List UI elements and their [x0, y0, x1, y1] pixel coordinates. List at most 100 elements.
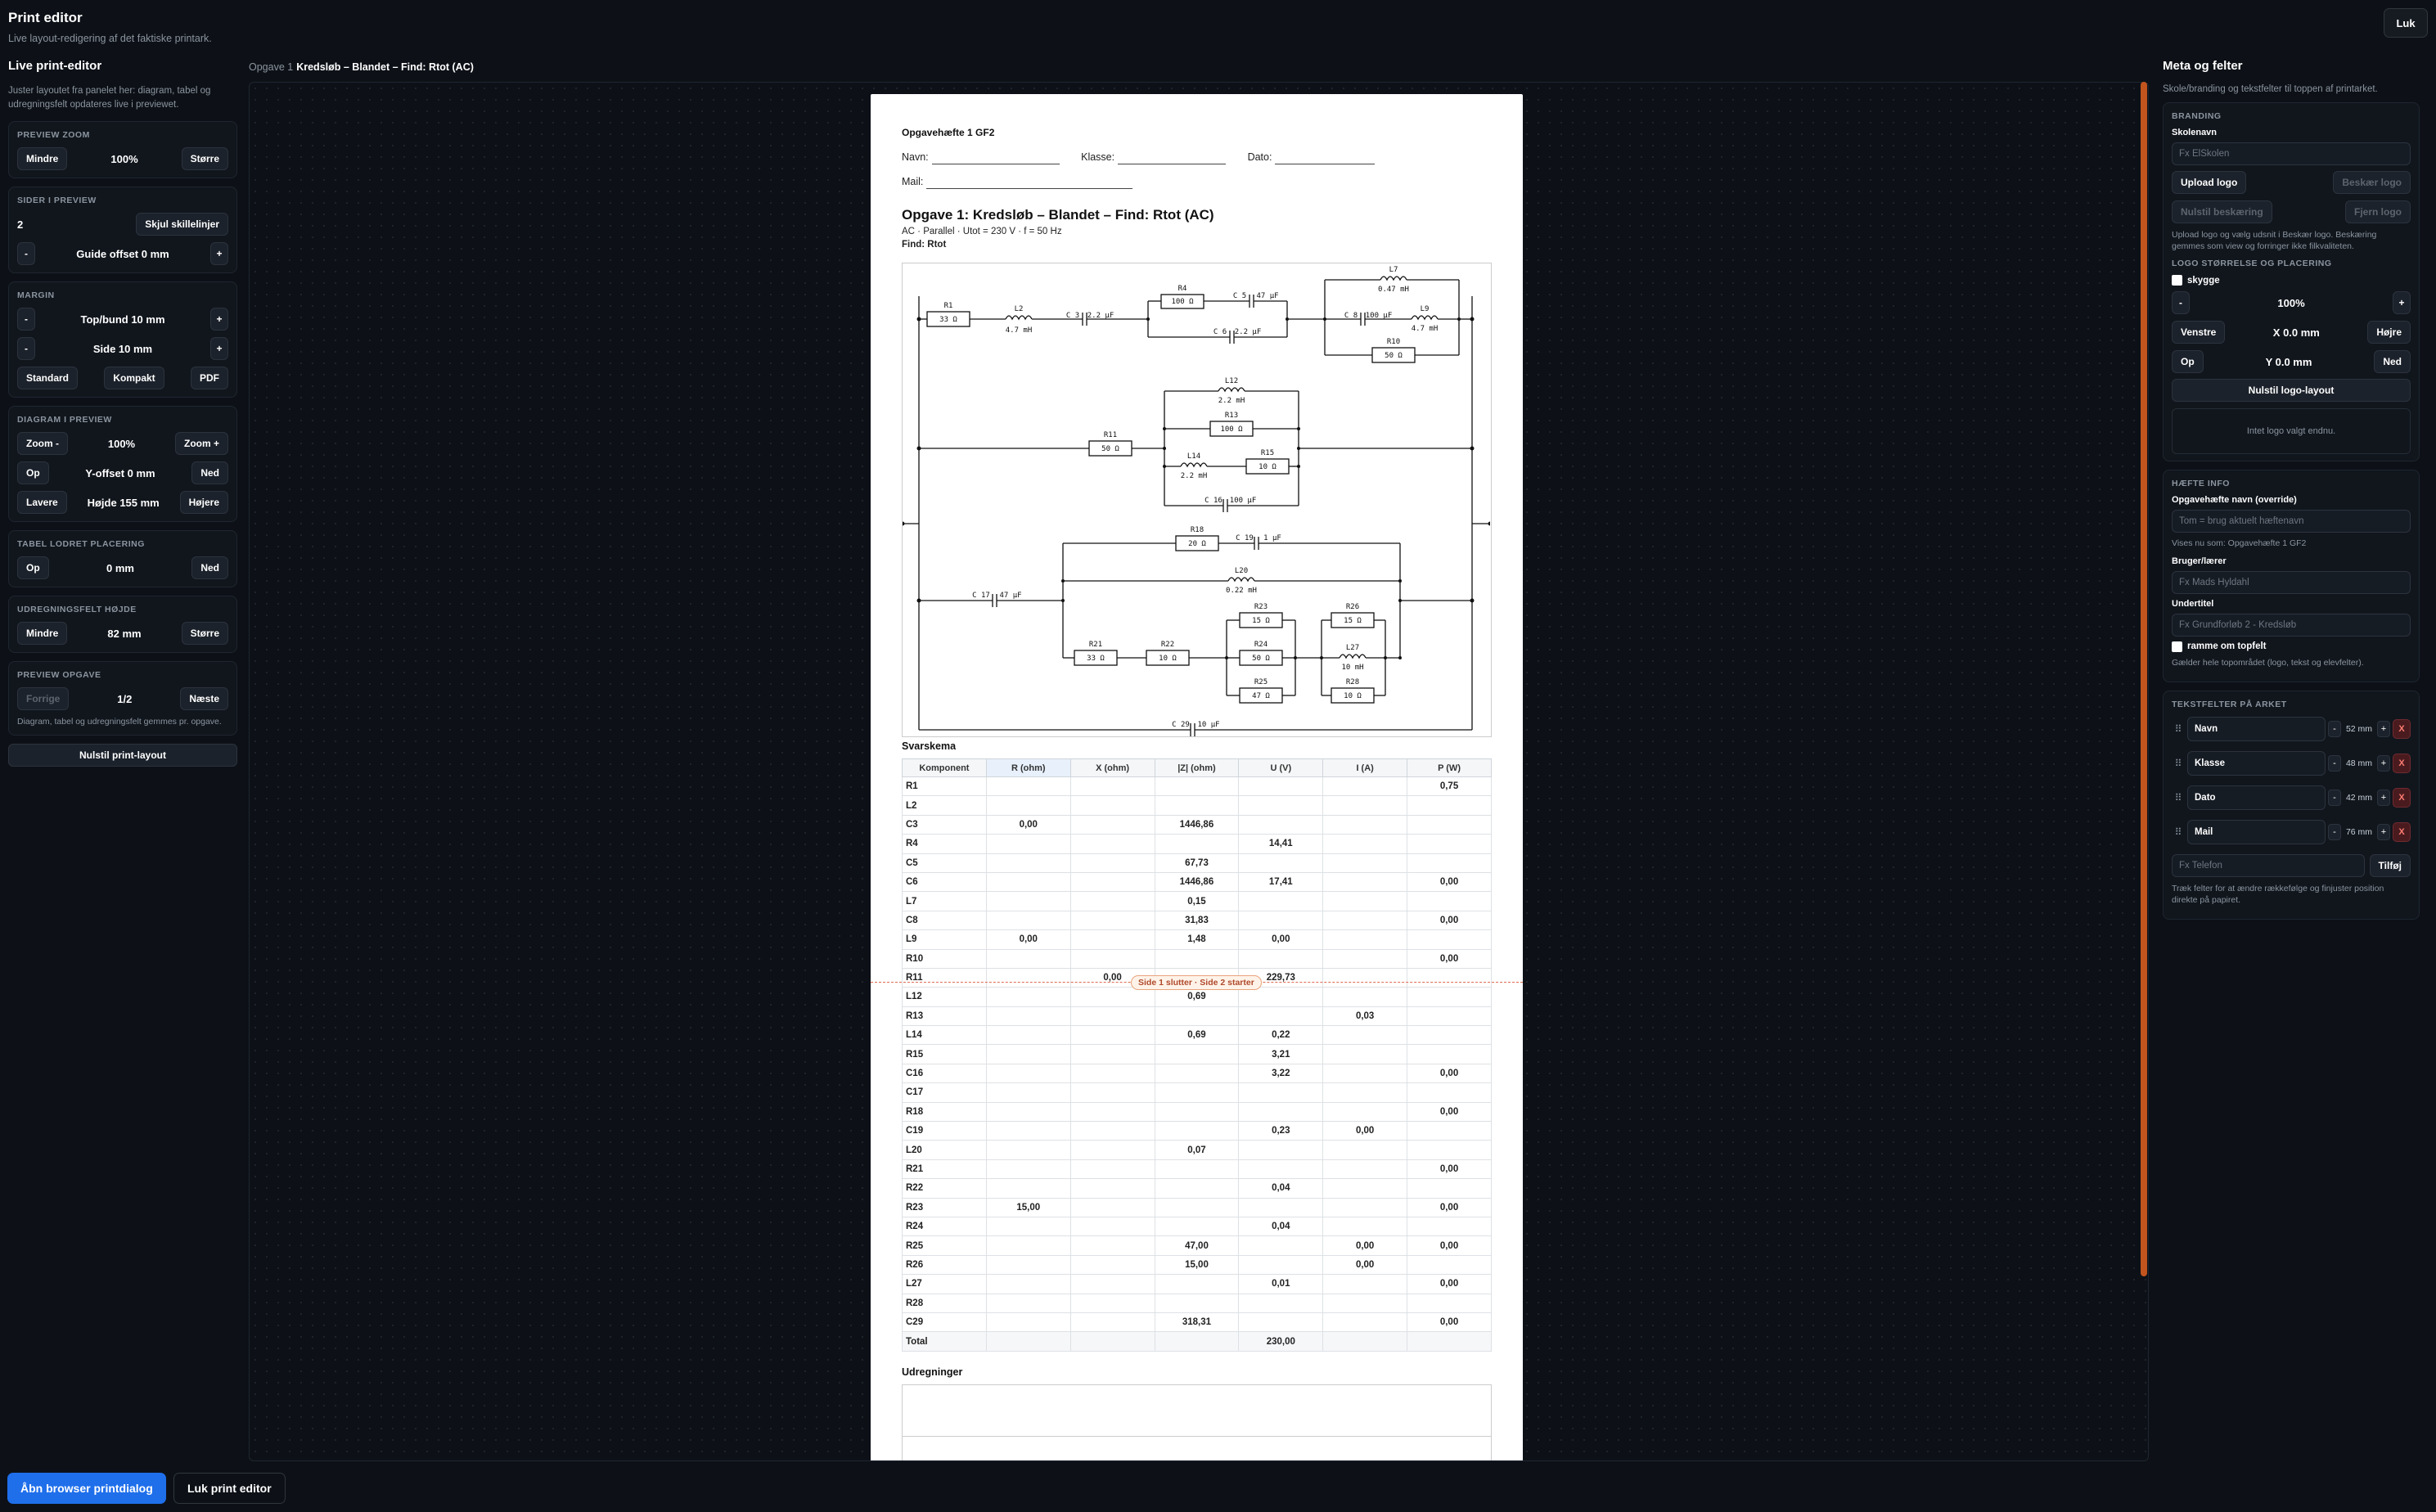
value-cell[interactable]	[1238, 1312, 1324, 1333]
table-down-button[interactable]: Ned	[191, 556, 228, 580]
table-up-button[interactable]: Op	[17, 556, 49, 580]
calc-bigger-button[interactable]: Større	[181, 622, 228, 646]
remove-field-button[interactable]: X	[2393, 753, 2411, 773]
side-minus-button[interactable]: -	[17, 337, 35, 361]
value-cell[interactable]	[1322, 1178, 1408, 1199]
drag-handle-icon[interactable]: ⠿	[2172, 826, 2185, 838]
value-cell[interactable]	[1407, 1082, 1492, 1103]
value-cell[interactable]	[1154, 1101, 1240, 1123]
value-cell[interactable]	[985, 948, 1071, 969]
value-cell[interactable]	[1069, 1293, 1155, 1313]
value-cell[interactable]	[1238, 1254, 1324, 1276]
value-cell[interactable]: 318,31	[1154, 1312, 1240, 1333]
value-cell[interactable]: 0,75	[1407, 776, 1492, 797]
logo-down-button[interactable]: Ned	[2374, 350, 2411, 374]
user-input[interactable]: Fx Mads Hyldahl	[2172, 570, 2411, 594]
value-cell[interactable]	[1407, 1006, 1492, 1027]
value-cell[interactable]: 0,00	[1407, 1235, 1492, 1256]
upload-logo-button[interactable]: Upload logo	[2172, 171, 2247, 194]
side-plus-button[interactable]: +	[210, 337, 228, 361]
value-cell[interactable]: 0,00	[985, 814, 1071, 835]
value-cell[interactable]	[1069, 1254, 1155, 1276]
value-cell[interactable]: 0,04	[1238, 1216, 1324, 1237]
canvas-scrollbar[interactable]	[2141, 82, 2147, 1276]
value-cell[interactable]	[1322, 1274, 1408, 1294]
value-cell[interactable]	[985, 834, 1071, 854]
diagram-up-button[interactable]: Op	[17, 461, 49, 485]
diagram-zoom-in-button[interactable]: Zoom +	[174, 432, 228, 456]
text-field-item[interactable]: ⠿ Navn -52 mm + X	[2172, 716, 2411, 742]
value-cell[interactable]: 0,00	[1407, 1063, 1492, 1084]
value-cell[interactable]	[1238, 795, 1324, 816]
width-decrease-button[interactable]: -	[2328, 754, 2341, 772]
value-cell[interactable]: 0,00	[1407, 871, 1492, 893]
value-cell[interactable]: 1,48	[1154, 929, 1240, 950]
value-cell[interactable]: 0,00	[1407, 910, 1492, 931]
prev-task-button[interactable]: Forrige	[17, 687, 70, 711]
diagram-lower-button[interactable]: Lavere	[17, 491, 67, 515]
width-decrease-button[interactable]: -	[2328, 720, 2341, 737]
value-cell[interactable]	[1322, 1312, 1408, 1333]
value-cell[interactable]	[985, 795, 1071, 816]
value-cell[interactable]	[1407, 795, 1492, 816]
value-cell[interactable]	[1154, 1216, 1240, 1237]
value-cell[interactable]: 0,00	[1322, 1254, 1408, 1276]
value-cell[interactable]	[1407, 814, 1492, 835]
value-cell[interactable]	[1154, 1274, 1240, 1294]
value-cell[interactable]	[1069, 871, 1155, 893]
value-cell[interactable]	[1407, 987, 1492, 1007]
value-cell[interactable]: 31,83	[1154, 910, 1240, 931]
calc-box-continued[interactable]	[902, 1436, 1492, 1460]
value-cell[interactable]	[1069, 814, 1155, 835]
text-field-label-input[interactable]: Mail	[2187, 819, 2326, 844]
value-cell[interactable]	[1238, 853, 1324, 873]
value-cell[interactable]	[985, 1101, 1071, 1123]
value-cell[interactable]	[1154, 1293, 1240, 1313]
value-cell[interactable]	[1322, 1063, 1408, 1084]
value-cell[interactable]	[1069, 929, 1155, 950]
value-cell[interactable]	[985, 1331, 1071, 1352]
value-cell[interactable]	[1238, 910, 1324, 931]
value-cell[interactable]	[1069, 1101, 1155, 1123]
text-field-item[interactable]: ⠿ Dato -42 mm + X	[2172, 785, 2411, 811]
value-cell[interactable]	[985, 1293, 1071, 1313]
value-cell[interactable]	[1154, 1006, 1240, 1027]
value-cell[interactable]	[1154, 948, 1240, 969]
value-cell[interactable]	[1069, 1178, 1155, 1199]
drag-handle-icon[interactable]: ⠿	[2172, 758, 2185, 769]
value-cell[interactable]	[1238, 1293, 1324, 1313]
value-cell[interactable]	[1407, 1216, 1492, 1237]
preview-canvas[interactable]: Opgavehæfte 1 GF2 Navn: Klasse: Dato: Ma…	[249, 82, 2149, 1461]
value-cell[interactable]	[1238, 987, 1324, 1007]
value-cell[interactable]: 0,00	[1407, 948, 1492, 969]
value-cell[interactable]	[985, 1274, 1071, 1294]
value-cell[interactable]: 47,00	[1154, 1235, 1240, 1256]
value-cell[interactable]	[1154, 1178, 1240, 1199]
value-cell[interactable]	[1238, 1159, 1324, 1180]
topbottom-plus-button[interactable]: +	[210, 308, 228, 331]
value-cell[interactable]	[1069, 1006, 1155, 1027]
text-field-item[interactable]: ⠿ Mail -76 mm + X	[2172, 819, 2411, 845]
value-cell[interactable]	[1069, 1216, 1155, 1237]
value-cell[interactable]: 0,00	[1407, 1101, 1492, 1123]
value-cell[interactable]	[1322, 853, 1408, 873]
value-cell[interactable]	[985, 1235, 1071, 1256]
text-field-label-input[interactable]: Dato	[2187, 785, 2326, 810]
value-cell[interactable]	[1322, 834, 1408, 854]
value-cell[interactable]	[1154, 1121, 1240, 1141]
add-field-button[interactable]: Tilføj	[2369, 853, 2411, 877]
value-cell[interactable]	[1069, 948, 1155, 969]
topbottom-minus-button[interactable]: -	[17, 308, 35, 331]
value-cell[interactable]	[1154, 1159, 1240, 1180]
value-cell[interactable]: 1446,86	[1154, 814, 1240, 835]
value-cell[interactable]	[985, 1178, 1071, 1199]
value-cell[interactable]: 0,07	[1154, 1140, 1240, 1160]
logo-left-button[interactable]: Venstre	[2172, 321, 2226, 344]
value-cell[interactable]	[1069, 1197, 1155, 1217]
next-task-button[interactable]: Næste	[180, 687, 228, 711]
value-cell[interactable]	[1238, 776, 1324, 797]
value-cell[interactable]	[1238, 1235, 1324, 1256]
value-cell[interactable]	[985, 1254, 1071, 1276]
value-cell[interactable]: 0,00	[1238, 929, 1324, 950]
value-cell[interactable]	[1238, 814, 1324, 835]
